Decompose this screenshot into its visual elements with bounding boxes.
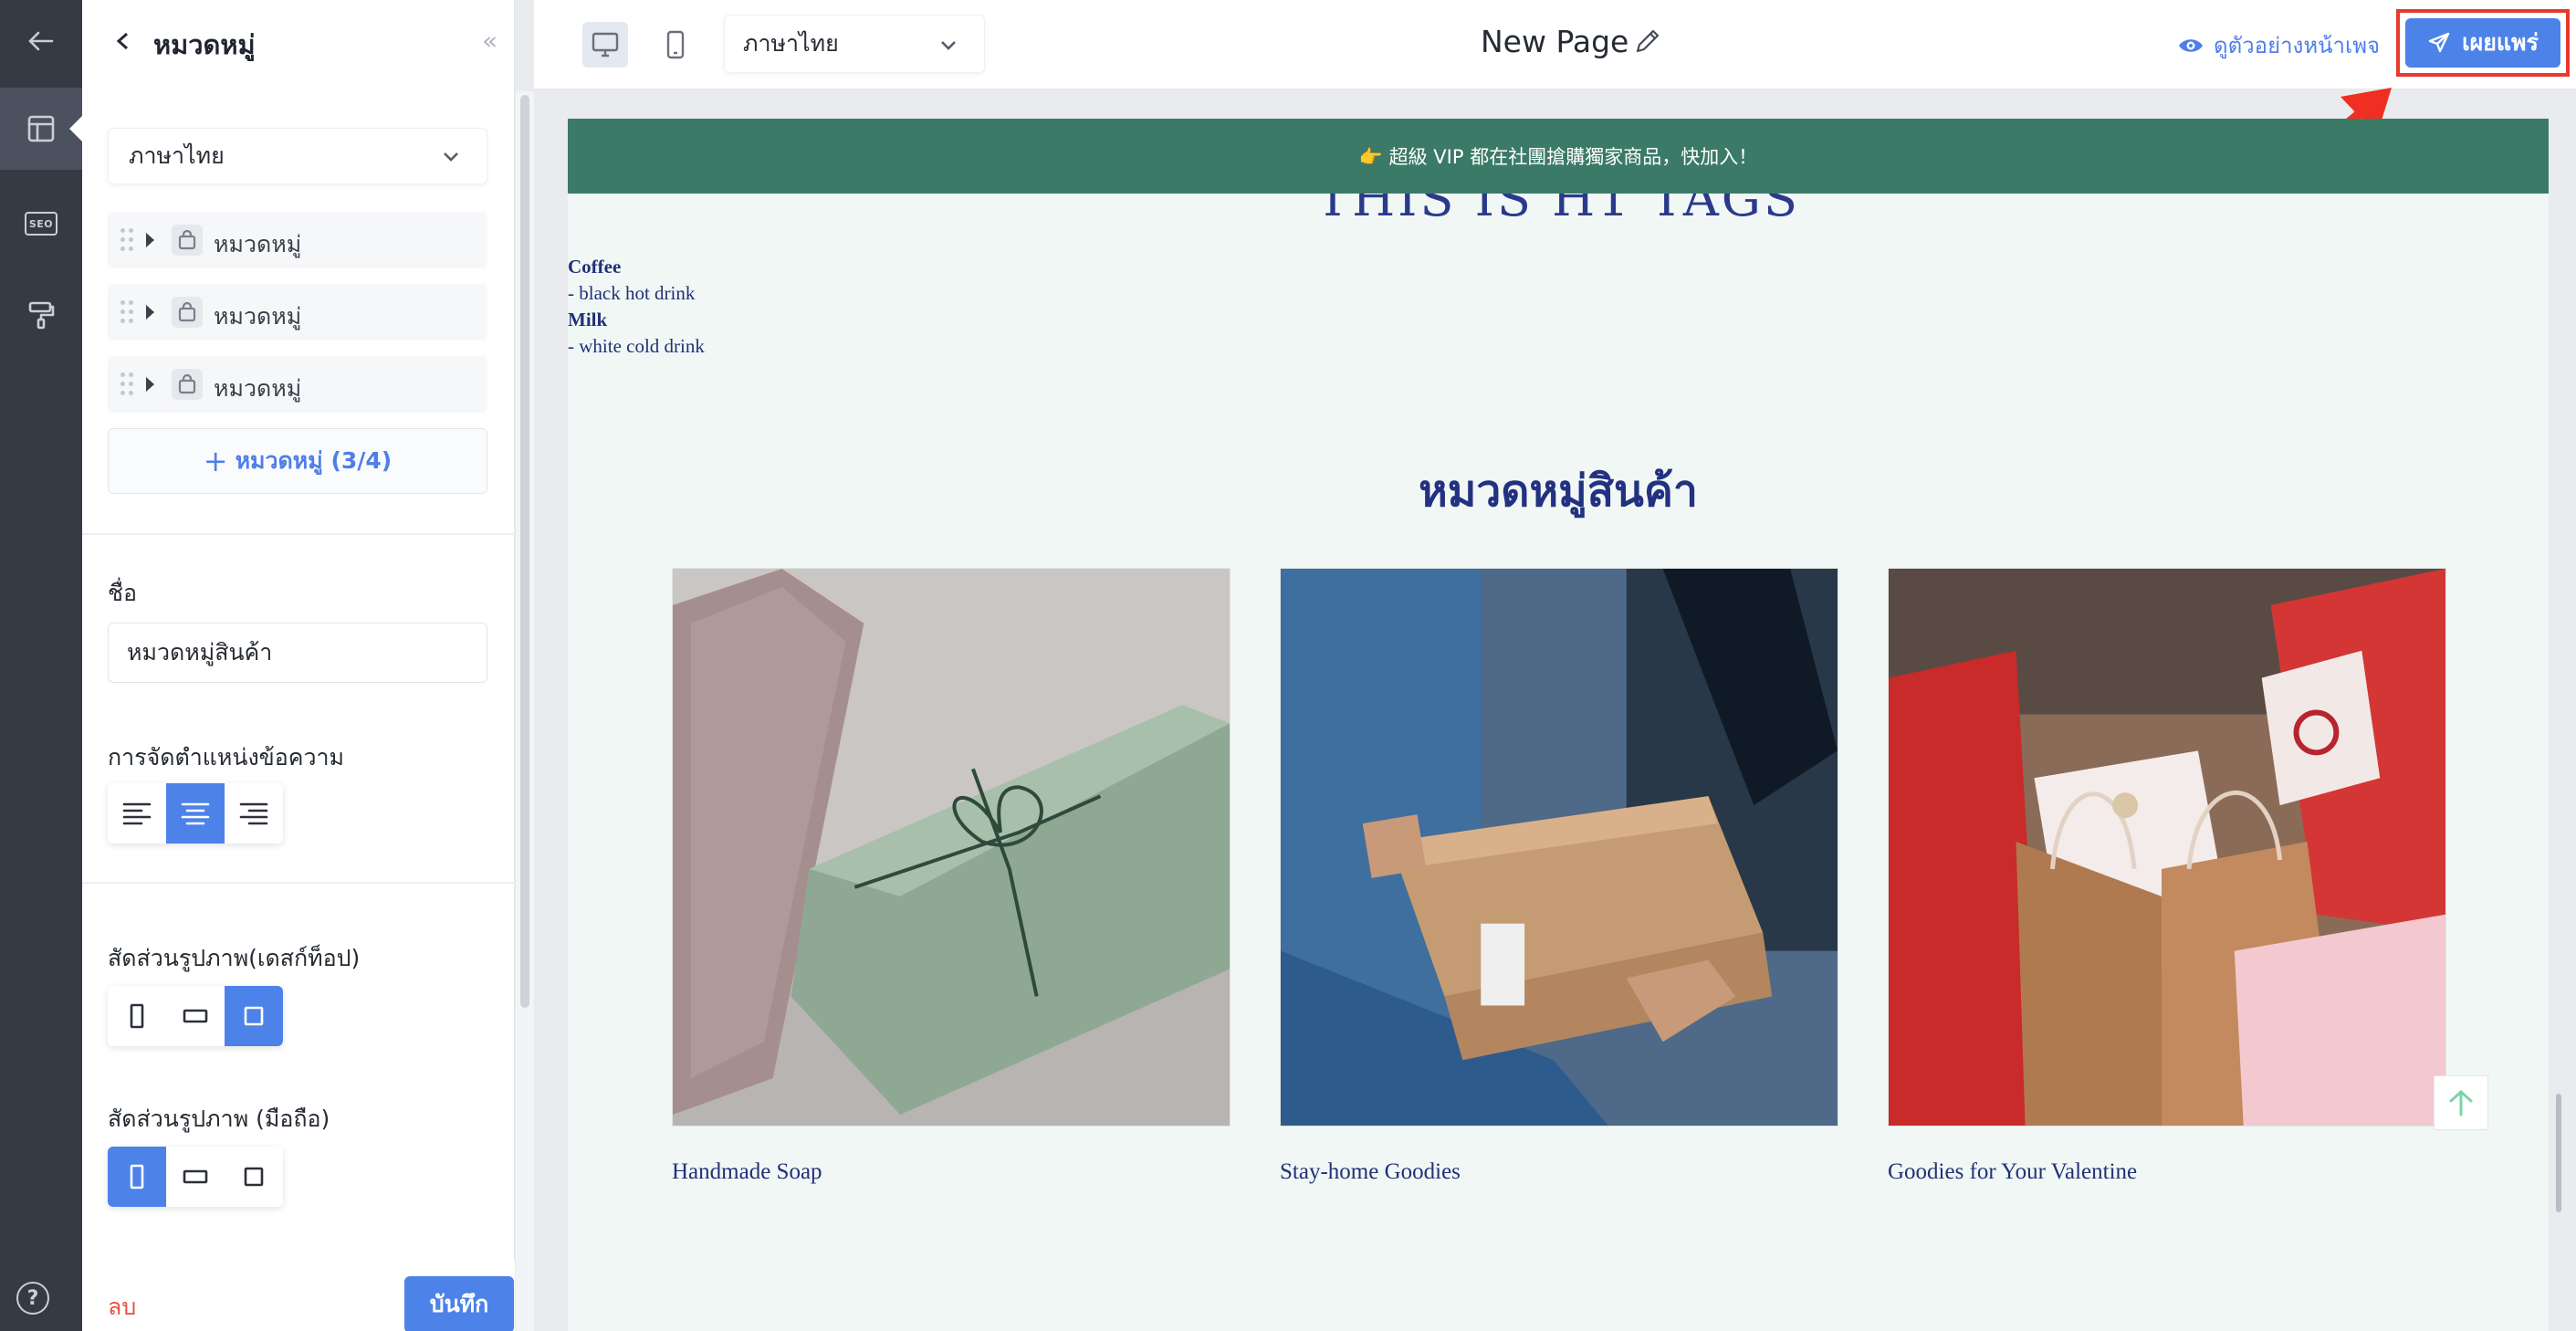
square-ratio-button[interactable] [225, 1147, 283, 1207]
collapse-panel-icon[interactable]: « [482, 26, 497, 57]
language-select-value: ภาษาไทย [129, 142, 225, 169]
shopping-bag-icon [172, 369, 203, 400]
canvas-scrollbar[interactable] [2549, 89, 2576, 1331]
category-card[interactable]: Goodies for Your Valentine [1888, 568, 2446, 1185]
divider [82, 533, 515, 535]
desktop-view-button[interactable] [582, 22, 628, 68]
align-left-button[interactable] [108, 783, 166, 844]
category-card-name[interactable]: Stay-home Goodies [1280, 1159, 1838, 1185]
name-label: ชื่อ [108, 580, 137, 606]
definition-term: Milk [568, 309, 608, 330]
expand-caret-icon[interactable] [146, 233, 154, 247]
delete-button[interactable]: ลบ [108, 1289, 136, 1326]
category-item[interactable]: หมวดหมู่ [108, 284, 487, 341]
shopping-bag-icon [172, 225, 203, 256]
eye-icon [2179, 38, 2203, 52]
text-align-group [108, 783, 283, 844]
category-label: หมวดหมู่ [214, 231, 302, 257]
seo-icon[interactable]: SEO [0, 183, 82, 265]
landscape-ratio-button[interactable] [166, 986, 225, 1046]
definition-desc: - white cold drink [568, 335, 705, 357]
layout-icon[interactable] [0, 88, 82, 170]
category-section-title[interactable]: หมวดหมู่สินค้า [568, 456, 2549, 526]
shopping-bag-icon [172, 297, 203, 328]
page-language-select[interactable]: ภาษาไทย [724, 15, 985, 73]
back-arrow-icon[interactable] [0, 0, 82, 82]
settings-panel: หมวดหมู่ « ภาษาไทย หมวดหมู่ หมวดหมู่ หมว… [82, 0, 515, 1331]
mobile-view-button[interactable] [653, 22, 698, 68]
panel-title: หมวดหมู่ [153, 29, 256, 60]
panel-scrollbar[interactable] [516, 91, 534, 1331]
top-toolbar: ภาษาไทย New Page ดูตัวอย่างหน้าเพจ เผยแพ… [534, 0, 2576, 89]
save-button[interactable]: บันทึก [404, 1276, 514, 1331]
expand-caret-icon[interactable] [146, 305, 154, 320]
align-center-button[interactable] [166, 783, 225, 844]
square-ratio-button[interactable] [225, 986, 283, 1046]
panel-header: หมวดหมู่ « [82, 0, 515, 82]
category-card-name[interactable]: Goodies for Your Valentine [1888, 1159, 2446, 1185]
preview-label: ดูตัวอย่างหน้าเพจ [2214, 33, 2381, 58]
page-preview-canvas[interactable]: 👉 超級 VIP 都在社團搶購獨家商品，快加入！ THIS IS H1 TAGS… [568, 119, 2549, 1331]
category-card[interactable]: Stay-home Goodies [1280, 568, 1838, 1185]
category-card[interactable]: Handmade Soap [672, 568, 1230, 1185]
box-delivery-photo[interactable] [1280, 568, 1838, 1127]
canvas-scrollbar-thumb[interactable] [2556, 1094, 2561, 1212]
plus-icon: + [203, 444, 228, 478]
mobile-ratio-label: สัดส่วนรูปภาพ (มือถือ) [108, 1106, 330, 1132]
help-icon[interactable]: ? [16, 1282, 49, 1315]
landscape-ratio-button[interactable] [166, 1147, 225, 1207]
align-right-button[interactable] [225, 783, 283, 844]
category-item[interactable]: หมวดหมู่ [108, 356, 487, 413]
h1-heading[interactable]: THIS IS H1 TAGS [568, 194, 2549, 234]
chevron-down-icon [441, 145, 461, 165]
preview-page-link[interactable]: ดูตัวอย่างหน้าเพจ [2177, 27, 2380, 63]
announcement-bar[interactable]: 👉 超級 VIP 都在社團搶購獨家商品，快加入！ [568, 119, 2549, 194]
category-label: หมวดหมู่ [214, 303, 302, 330]
soap-photo[interactable] [672, 568, 1230, 1127]
portrait-ratio-button[interactable] [108, 1147, 166, 1207]
desktop-ratio-label: สัดส่วนรูปภาพ(เดสก์ท็อป) [108, 945, 361, 971]
definition-list[interactable]: Coffee - black hot drink Milk - white co… [568, 254, 705, 360]
page-title: New Page [1481, 24, 1629, 59]
page-language-value: ภาษาไทย [743, 30, 839, 57]
gift-bags-photo[interactable] [1888, 568, 2446, 1127]
send-icon [2428, 32, 2450, 53]
scroll-to-top-button[interactable] [2434, 1075, 2488, 1130]
add-category-button[interactable]: + หมวดหมู่ (3/4) [108, 428, 487, 494]
panel-scrollbar-thumb[interactable] [520, 95, 529, 1008]
definition-desc: - black hot drink [568, 282, 696, 304]
add-category-label: หมวดหมู่ (3/4) [235, 447, 393, 474]
definition-term: Coffee [568, 256, 622, 278]
publish-button[interactable]: เผยแพร่ [2405, 18, 2560, 68]
text-align-label: การจัดตำแหน่งข้อความ [108, 744, 345, 770]
drag-handle-icon[interactable] [120, 372, 133, 396]
h1-heading-text: THIS IS H1 TAGS [1316, 194, 1800, 227]
paint-roller-icon[interactable] [0, 274, 82, 356]
language-select[interactable]: ภาษาไทย [108, 128, 487, 184]
mobile-ratio-group [108, 1147, 283, 1207]
category-label: หมวดหมู่ [214, 375, 302, 402]
portrait-ratio-button[interactable] [108, 986, 166, 1046]
pencil-icon[interactable] [1632, 26, 1663, 57]
desktop-ratio-group [108, 986, 283, 1046]
publish-highlight: เผยแพร่ [2396, 9, 2570, 77]
chevron-down-icon [938, 34, 958, 60]
icon-rail: SEO ? [0, 0, 82, 1331]
arrow-up-icon [2449, 1089, 2473, 1116]
drag-handle-icon[interactable] [120, 228, 133, 252]
category-name-input[interactable]: หมวดหมู่สินค้า [108, 623, 487, 683]
divider [82, 882, 515, 884]
chevron-left-icon[interactable] [110, 26, 137, 57]
category-item[interactable]: หมวดหมู่ [108, 212, 487, 268]
publish-label: เผยแพร่ [2462, 29, 2539, 56]
expand-caret-icon[interactable] [146, 377, 154, 392]
drag-handle-icon[interactable] [120, 300, 133, 324]
category-card-name[interactable]: Handmade Soap [672, 1159, 1230, 1185]
